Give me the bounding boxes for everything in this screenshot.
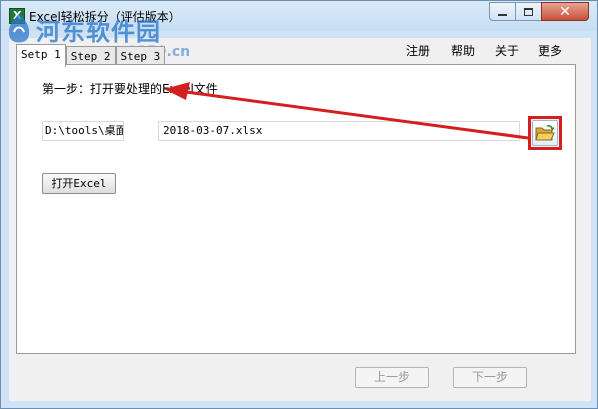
menu-about[interactable]: 关于 bbox=[495, 41, 519, 61]
minimize-icon bbox=[498, 14, 507, 16]
tab-step-3[interactable]: Step 3 bbox=[115, 46, 166, 66]
menu-help[interactable]: 帮助 bbox=[451, 41, 475, 61]
open-file-button-face[interactable] bbox=[532, 120, 558, 146]
menu-register[interactable]: 注册 bbox=[406, 41, 430, 61]
open-excel-button[interactable]: 打开Excel bbox=[42, 173, 116, 194]
step-instruction: 第一步：打开要处理的Excel文件 bbox=[42, 82, 218, 96]
maximize-icon bbox=[524, 7, 533, 16]
minimize-button[interactable] bbox=[489, 2, 516, 21]
tab-step-1[interactable]: Setp 1 bbox=[16, 44, 66, 67]
watermark-text: 河东软件园 bbox=[36, 17, 161, 46]
watermark-logo-icon bbox=[8, 14, 30, 43]
open-file-button[interactable] bbox=[528, 116, 562, 150]
menu-more[interactable]: 更多 bbox=[538, 41, 562, 61]
file-name-field[interactable]: 2018-03-07.xlsx bbox=[158, 121, 520, 141]
step-tabs: Setp 1 Step 2 Step 3 bbox=[16, 44, 166, 67]
close-button[interactable]: ✕ bbox=[541, 2, 589, 21]
next-step-button[interactable]: 下一步 bbox=[453, 367, 527, 388]
open-folder-icon bbox=[535, 125, 555, 141]
tab-step-2[interactable]: Step 2 bbox=[65, 46, 116, 66]
maximize-button[interactable] bbox=[515, 2, 542, 21]
previous-step-button[interactable]: 上一步 bbox=[355, 367, 429, 388]
close-icon: ✕ bbox=[559, 3, 571, 20]
step-1-panel bbox=[16, 64, 576, 354]
folder-path-field[interactable]: D:\tools\桌面 bbox=[42, 121, 124, 141]
